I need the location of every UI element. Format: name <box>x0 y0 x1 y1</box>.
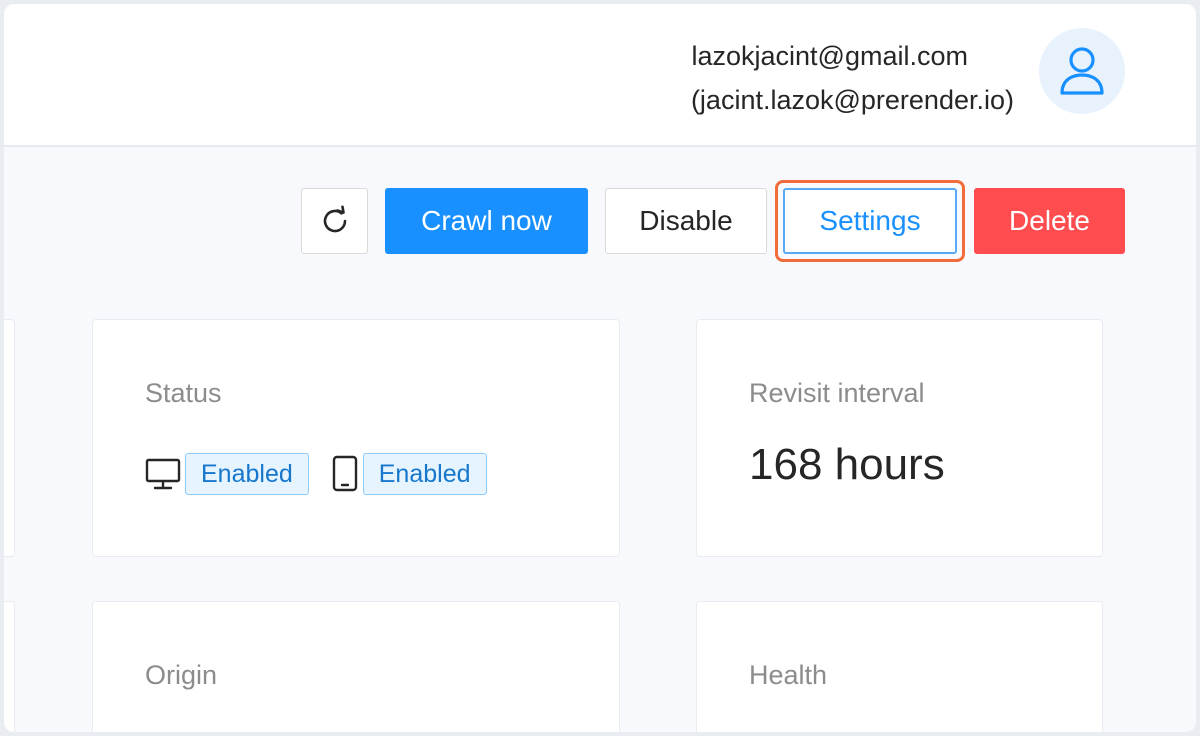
action-toolbar: Crawl now Disable Settings Delete <box>4 180 1196 262</box>
top-header: lazokjacint@gmail.com (jacint.lazok@prer… <box>4 4 1196 147</box>
status-card: Status Enabled Enabled <box>92 319 620 557</box>
refresh-button[interactable] <box>301 188 368 254</box>
app-frame: lazokjacint@gmail.com (jacint.lazok@prer… <box>4 4 1196 732</box>
card-left-partial-lower <box>4 601 15 732</box>
status-row: Enabled Enabled <box>145 450 487 498</box>
crawl-now-button[interactable]: Crawl now <box>385 188 588 254</box>
revisit-interval-value: 168 hours <box>749 440 945 489</box>
desktop-status-badge: Enabled <box>185 453 309 495</box>
health-label: Health <box>749 660 828 690</box>
status-label: Status <box>145 378 222 408</box>
user-icon <box>1060 47 1104 95</box>
revisit-interval-card: Revisit interval 168 hours <box>696 319 1103 557</box>
mobile-status-badge: Enabled <box>362 453 487 495</box>
origin-card: Origin <box>92 601 620 732</box>
refresh-icon <box>323 205 346 233</box>
revisit-interval-label: Revisit interval <box>749 378 925 408</box>
origin-label: Origin <box>145 660 218 690</box>
card-left-partial <box>4 319 15 557</box>
disable-button[interactable]: Disable <box>605 188 767 254</box>
health-card: Health <box>696 601 1103 732</box>
avatar[interactable] <box>1039 28 1125 114</box>
delete-button[interactable]: Delete <box>974 188 1125 254</box>
desktop-icon <box>145 456 181 492</box>
user-alias: (jacint.lazok@prerender.io) <box>690 85 1014 115</box>
settings-button[interactable]: Settings <box>783 188 957 254</box>
user-email: lazokjacint@gmail.com <box>691 41 969 71</box>
mobile-icon <box>331 455 359 493</box>
